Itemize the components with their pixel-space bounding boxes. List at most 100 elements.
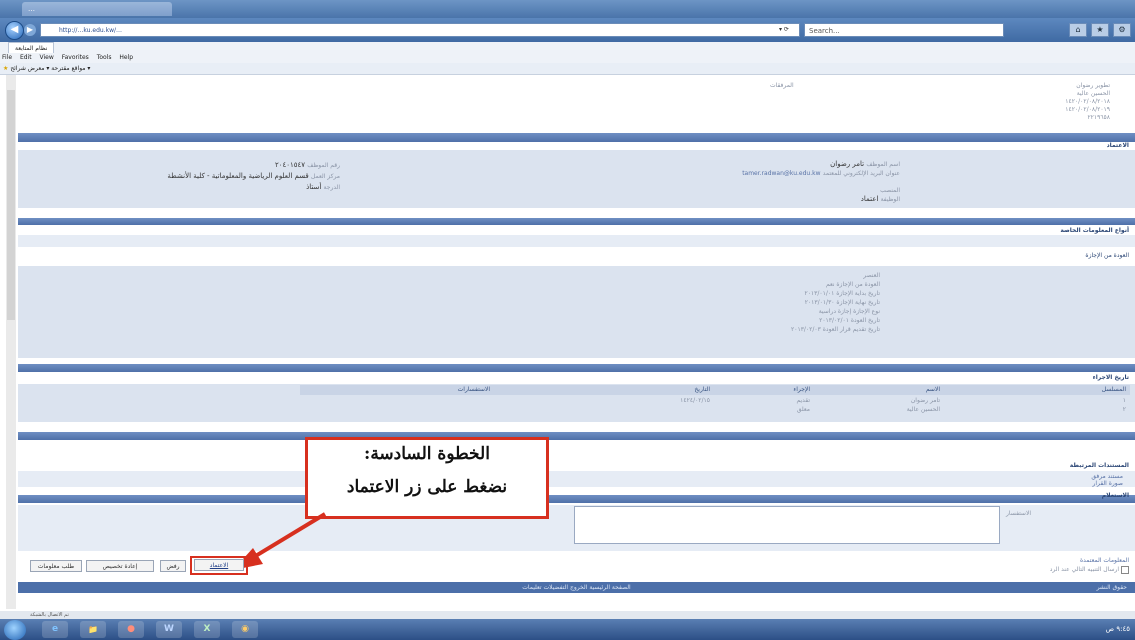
employee-name: تامر رضوان <box>830 160 865 168</box>
history-cell: تقديم <box>796 397 810 404</box>
section-bar-history <box>18 364 1135 372</box>
notify-checkbox[interactable] <box>1121 565 1129 574</box>
star-icon[interactable]: ★ <box>1091 23 1109 37</box>
favorites-bar: ★ مواقع مقترحة ▾ معرض شرائح ▾ <box>0 63 1135 75</box>
grade-value: أستاذ <box>306 183 322 191</box>
status-label: الوظيفة <box>880 196 900 203</box>
clock[interactable]: ٩:٤٥ ص <box>1106 625 1130 633</box>
history-cell: ١ <box>1122 397 1126 404</box>
return-from-leave-panel <box>18 266 1135 358</box>
media-icon[interactable]: ● <box>118 621 144 638</box>
window-controls: ⌂ ★ ⚙ <box>1055 23 1131 37</box>
scrollbar-thumb[interactable] <box>7 90 15 320</box>
top-info-line2: الحسين عالية <box>1076 90 1110 97</box>
approve-button[interactable]: الاعتماد <box>194 559 244 571</box>
top-info-date2: ١٤٢٠/٠٢/٠٨/٢٠١٩ <box>1065 106 1110 113</box>
bottom-links: المعلومات المعتمدة ارسال التنبيه التالي … <box>1050 556 1129 574</box>
info-types-band <box>18 235 1135 247</box>
footer-copyright: حقوق النشر <box>1096 584 1127 591</box>
top-info-line1: تطوير رضوان <box>1076 82 1110 89</box>
browser-title-bar: … <box>0 0 1135 18</box>
home-icon[interactable]: ⌂ <box>1069 23 1087 37</box>
related-docs-panel <box>18 471 1135 487</box>
approved-info-link[interactable]: المعلومات المعتمدة <box>1050 556 1129 565</box>
request-info-button[interactable]: طلب معلومات <box>30 560 82 572</box>
footer-links[interactable]: الصفحة الرئيسية الخروج التفضيلات تعليمات <box>522 584 630 591</box>
reassign-button[interactable]: إعادة تخصيص <box>86 560 154 572</box>
section-bar-info-types <box>18 218 1135 225</box>
top-info-num: ٢٢١٩٦٥٨ <box>1087 114 1110 121</box>
forward-arrow-icon[interactable]: ▶ <box>24 24 36 36</box>
excel-icon[interactable]: X <box>194 621 220 638</box>
menu-favorites[interactable]: Favorites <box>62 54 89 61</box>
page-footer: الصفحة الرئيسية الخروج التفضيلات تعليمات… <box>18 582 1135 593</box>
table-row: ١ تامر رضوان تقديم ١٤٢٤/٠٢/١٥ <box>300 397 1130 406</box>
menu-view[interactable]: View <box>40 54 54 61</box>
search-input[interactable]: Search... <box>804 23 1004 37</box>
history-header-row: المسلسل الاسم الإجراء التاريخ الاستفسارا… <box>300 385 1130 395</box>
section-bar-related-docs <box>18 432 1135 440</box>
status-text: تم الاتصال بالشبكة <box>30 612 69 618</box>
callout-step-title: الخطوة السادسة: <box>364 444 490 464</box>
job-no-label: رقم الموظف <box>307 162 340 169</box>
return-row: تاريخ نهاية الإجازة ٢٠١٣/٠١/٣٠ <box>804 299 880 306</box>
history-header: الإجراء <box>793 386 810 393</box>
center-label: مركز العمل <box>310 173 340 180</box>
folder-icon[interactable]: 📁 <box>80 621 106 638</box>
approvals-left-fields: رقم الموظف ٢٠٤٠١٥٤٧ مركز العمل قسم العلو… <box>110 160 340 193</box>
address-bar[interactable]: http://…ku.edu.kw/… <box>40 23 800 37</box>
history-header: التاريخ <box>694 386 710 393</box>
menu-file[interactable]: File <box>2 54 12 61</box>
favorites-links[interactable]: مواقع مقترحة ▾ معرض شرائح ▾ <box>10 65 90 72</box>
inquiry-textarea[interactable] <box>574 506 1000 544</box>
inquiry-label: الاستفسار <box>1006 510 1032 517</box>
return-row: تاريخ تقديم قرار العودة ٢٠١٣/٠٢/٠٣ <box>791 326 880 333</box>
chrome-icon[interactable]: ◉ <box>232 621 258 638</box>
section-title-history: تاريخ الاجراء <box>1092 374 1129 381</box>
email-label: عنوان البريد الإلكتروني للمعتمد <box>822 170 900 177</box>
back-arrow-icon[interactable]: ◀ <box>5 21 24 40</box>
word-icon[interactable]: W <box>156 621 182 638</box>
email-link[interactable]: tamer.radwan@ku.edu.kw <box>742 170 820 177</box>
history-cell: تامر رضوان <box>910 397 940 404</box>
ie-icon[interactable]: e <box>42 621 68 638</box>
menu-edit[interactable]: Edit <box>20 54 32 61</box>
gear-icon[interactable]: ⚙ <box>1113 23 1131 37</box>
callout-step-text: نضغط على زر الاعتماد <box>346 477 508 497</box>
table-row: ٢ الحسين عالية معلق <box>300 406 1130 415</box>
return-row: العودة من الإجازة نعم <box>825 281 880 288</box>
return-row: تاريخ بداية الإجازة ٢٠١٣/٠١/٠١ <box>804 290 880 297</box>
position-label: المنصب <box>880 187 900 194</box>
notify-checkbox-label[interactable]: ارسال التنبيه التالي عند الرد <box>1050 565 1129 574</box>
menu-help[interactable]: Help <box>119 54 133 61</box>
menu-tools[interactable]: Tools <box>97 54 112 61</box>
related-doc-link[interactable]: صورة القرار <box>1091 480 1123 487</box>
system-tray: ٩:٤٥ ص <box>990 622 1130 636</box>
approvals-right-fields: اسم الموظف تامر رضوان عنوان البريد الإلك… <box>740 160 900 204</box>
section-title-inquiry: الاستعلام <box>1101 492 1129 499</box>
center-value: قسم العلوم الرياضية والمعلوماتية - كلية … <box>167 172 309 180</box>
browser-window-tab[interactable]: … <box>22 2 172 16</box>
related-doc-link[interactable]: مستند مرفق <box>1091 473 1123 480</box>
history-cell: الحسين عالية <box>906 406 940 413</box>
return-from-leave-title: العودة من الإجازة <box>1085 252 1129 259</box>
status-bar: تم الاتصال بالشبكة <box>0 611 1135 619</box>
refresh-icon[interactable]: ▾ ⟳ <box>770 24 798 36</box>
return-block-title: العنصر <box>863 272 880 279</box>
history-header: الاسم <box>925 386 940 393</box>
return-row: نوع الإجازة إجازة دراسية <box>818 308 880 315</box>
job-no: ٢٠٤٠١٥٤٧ <box>274 161 306 169</box>
history-cell: معلق <box>796 406 810 413</box>
menu-bar: File Edit View Favorites Tools Help <box>0 53 1135 63</box>
status-value: اعتماد <box>860 195 879 203</box>
section-bar-approvals <box>18 133 1135 142</box>
top-info: تطوير رضوان الحسين عالية ١٤٢٠/٠٢/٠٨/٢٠١٨… <box>1040 82 1110 122</box>
reject-button[interactable]: رفض <box>160 560 186 572</box>
related-docs-list: مستند مرفق صورة القرار <box>1091 473 1123 487</box>
start-button[interactable] <box>4 620 26 640</box>
grade-label: الدرجة <box>323 184 340 191</box>
section-bar-inquiry <box>18 495 1135 503</box>
favorites-star-icon[interactable]: ★ <box>3 65 8 72</box>
return-row: تاريخ العودة ٢٠١٣/٠٢/٠١ <box>819 317 880 324</box>
employee-name-label: اسم الموظف <box>866 161 900 168</box>
